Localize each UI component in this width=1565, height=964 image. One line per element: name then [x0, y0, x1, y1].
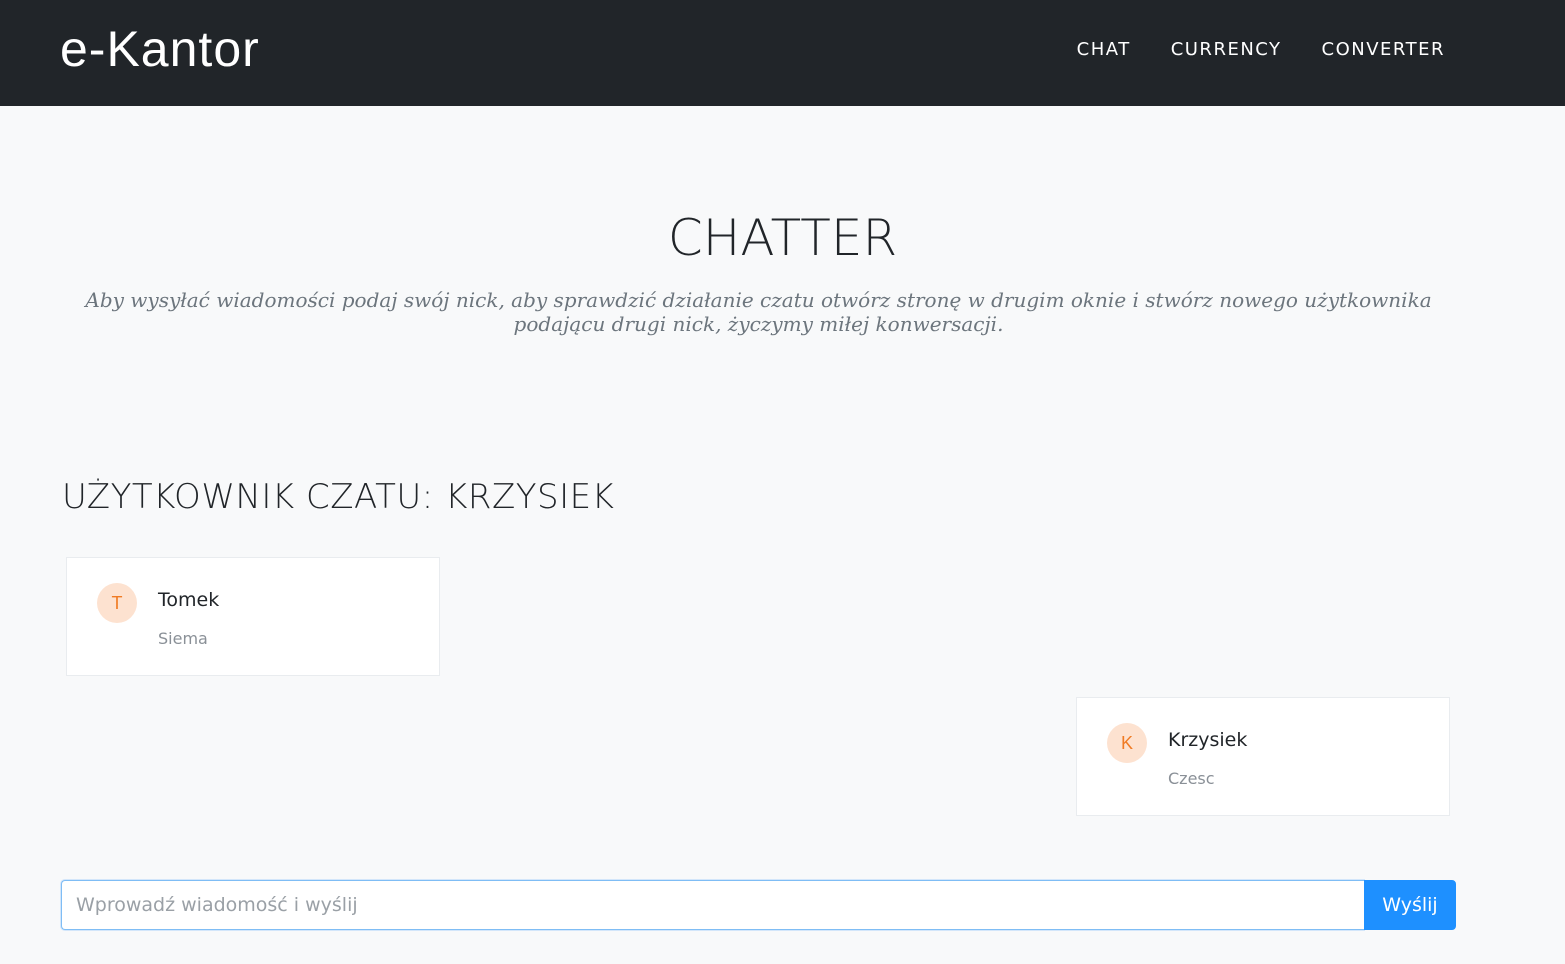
nav-link-currency[interactable]: CURRENCY: [1171, 38, 1282, 62]
page-subtitle: Aby wysyłać wiadomości podaj swój nick, …: [85, 288, 1432, 336]
page-title: CHATTER: [667, 209, 898, 267]
chat-message-tomek: T Tomek Siema: [66, 557, 440, 676]
avatar: T: [97, 583, 137, 623]
message-author: Krzysiek: [1168, 729, 1248, 751]
message-text: Czesc: [1168, 769, 1215, 788]
message-input[interactable]: [61, 880, 1364, 930]
send-button[interactable]: Wyślij: [1364, 880, 1456, 930]
brand-logo[interactable]: e-Kantor: [60, 18, 260, 80]
message-text: Siema: [158, 629, 208, 648]
message-compose-bar: Wyślij: [61, 880, 1456, 930]
top-navbar: e-Kantor CHAT CURRENCY CONVERTER: [0, 0, 1565, 106]
avatar: K: [1107, 723, 1147, 763]
chat-user-heading: UŻYTKOWNIK CZATU: KRZYSIEK: [62, 477, 615, 517]
message-author: Tomek: [158, 589, 220, 611]
chat-message-krzysiek: K Krzysiek Czesc: [1076, 697, 1450, 816]
nav-link-chat[interactable]: CHAT: [1077, 38, 1131, 62]
nav-link-converter[interactable]: CONVERTER: [1322, 38, 1445, 62]
nav-links: CHAT CURRENCY CONVERTER: [1077, 38, 1445, 62]
